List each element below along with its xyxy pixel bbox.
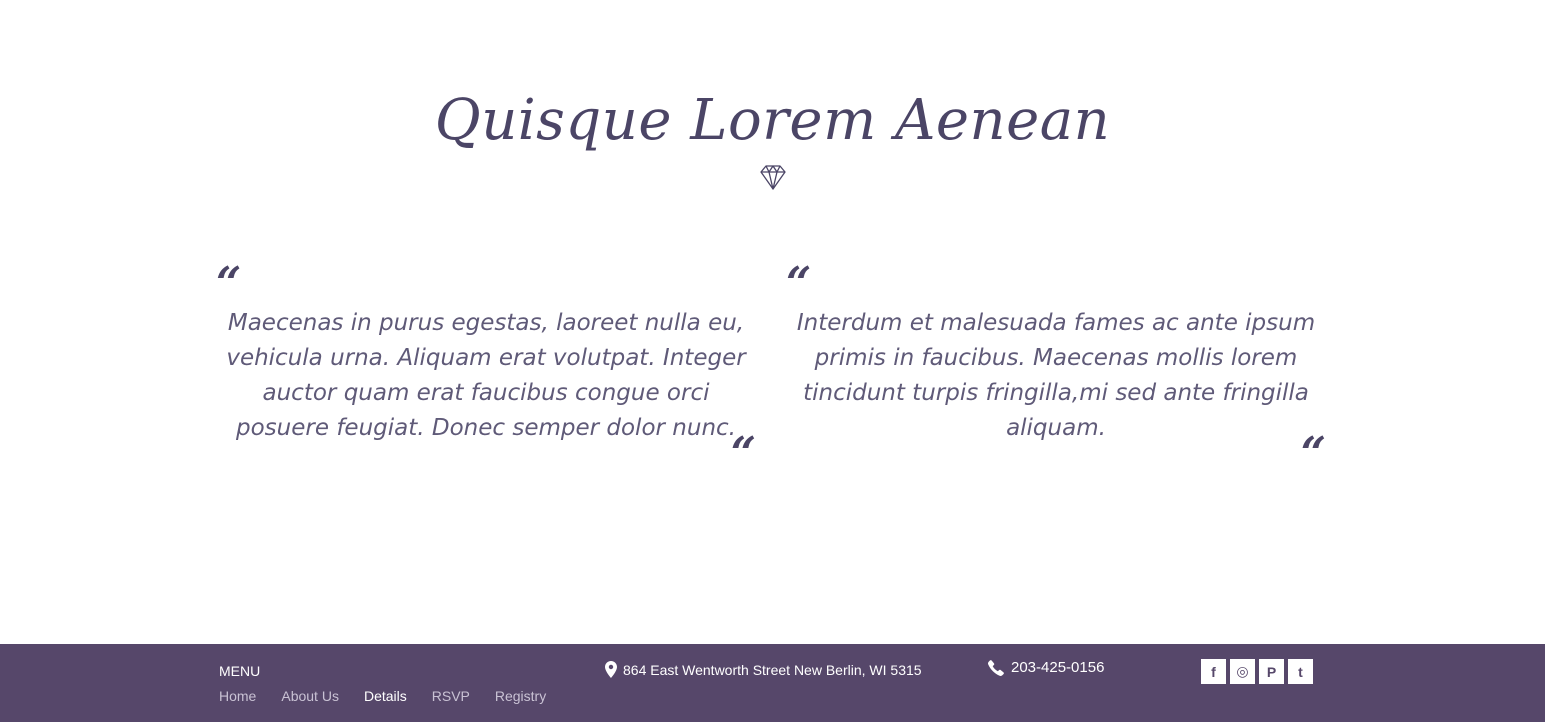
footer-menu-title: MENU	[219, 663, 261, 679]
phone-icon	[988, 659, 1004, 676]
address-text: 864 East Wentworth Street New Berlin, WI…	[623, 661, 922, 678]
site-footer: MENU Home About Us Details RSVP Registry…	[0, 644, 1545, 722]
footer-link-details[interactable]: Details	[364, 688, 407, 704]
footer-link-home[interactable]: Home	[219, 688, 256, 704]
instagram-icon[interactable]: ◎	[1230, 659, 1255, 684]
footer-phone: 203-425-0156	[988, 659, 1104, 676]
footer-link-about-us[interactable]: About Us	[281, 688, 339, 704]
footer-menu: Home About Us Details RSVP Registry	[219, 688, 571, 704]
page: Quisque Lorem Aenean “ Maecenas in purus…	[0, 0, 1545, 722]
diamond-icon	[760, 165, 786, 190]
social-links: f ◎ P t	[1201, 659, 1317, 684]
map-pin-icon	[605, 661, 617, 678]
close-quote-icon: “	[1300, 428, 1326, 479]
phone-number[interactable]: 203-425-0156	[1011, 659, 1104, 676]
footer-address: 864 East Wentworth Street New Berlin, WI…	[605, 661, 922, 678]
pinterest-icon[interactable]: P	[1259, 659, 1284, 684]
facebook-icon[interactable]: f	[1201, 659, 1226, 684]
close-quote-icon: “	[730, 428, 756, 479]
page-title: Quisque Lorem Aenean	[434, 88, 1111, 153]
quote-text: Interdum et malesuada fames ac ante ipsu…	[796, 310, 1316, 441]
quote-text: Maecenas in purus egestas, laoreet nulla…	[226, 310, 746, 441]
twitter-icon[interactable]: t	[1288, 659, 1313, 684]
footer-link-rsvp[interactable]: RSVP	[432, 688, 470, 704]
open-quote-icon: “	[786, 258, 812, 309]
footer-link-registry[interactable]: Registry	[495, 688, 546, 704]
open-quote-icon: “	[216, 258, 242, 309]
